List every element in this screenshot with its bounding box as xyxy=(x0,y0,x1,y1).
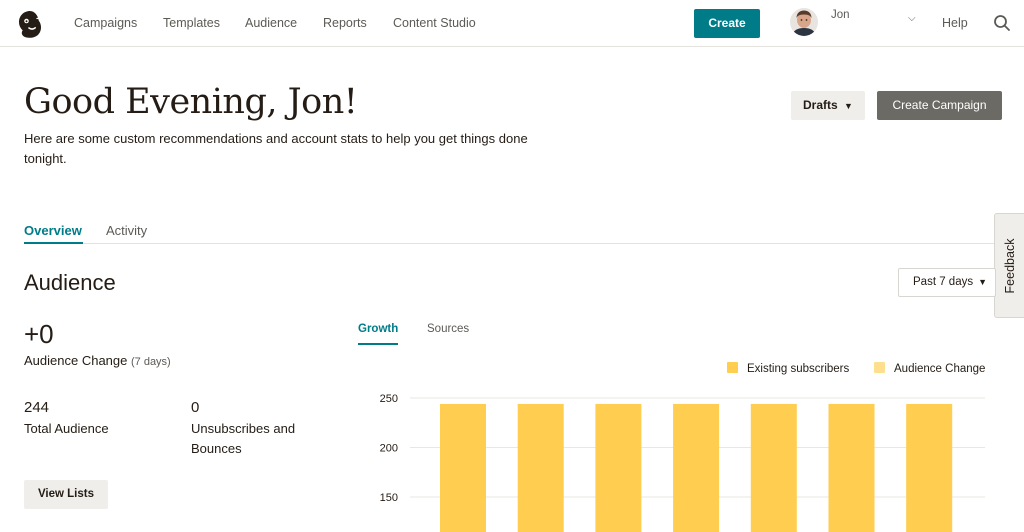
audience-change-value: +0 xyxy=(24,319,54,349)
nav-audience[interactable]: Audience xyxy=(245,16,297,30)
legend-audience-change: Audience Change xyxy=(874,362,985,378)
create-campaign-button[interactable]: Create Campaign xyxy=(877,91,1002,120)
bar-existing-subscribers[interactable] xyxy=(828,403,875,532)
y-tick-label: 250 xyxy=(380,393,398,405)
y-tick-label: 150 xyxy=(380,492,398,504)
nav-campaigns[interactable]: Campaigns xyxy=(74,16,137,30)
legend-swatch-existing xyxy=(727,362,738,373)
bar-existing-subscribers[interactable] xyxy=(595,403,642,532)
audience-heading: Audience xyxy=(24,270,116,295)
chevron-down-icon: ▼ xyxy=(978,277,987,287)
tab-activity[interactable]: Activity xyxy=(106,223,147,238)
legend-label-existing: Existing subscribers xyxy=(747,363,850,375)
user-name[interactable]: Jon xyxy=(831,9,850,21)
nav-content-studio[interactable]: Content Studio xyxy=(393,16,476,30)
audience-change-label: Audience Change (7 days) xyxy=(24,353,171,368)
view-lists-button[interactable]: View Lists xyxy=(24,480,108,509)
chart-tab-sources[interactable]: Sources xyxy=(427,323,469,335)
bar-existing-subscribers[interactable] xyxy=(673,403,720,532)
avatar-image xyxy=(790,8,818,36)
help-link[interactable]: Help xyxy=(942,16,968,30)
tab-active-indicator xyxy=(24,242,83,244)
bar-existing-subscribers[interactable] xyxy=(517,403,564,532)
user-menu-chevron-icon[interactable]: ⌵ xyxy=(908,13,916,24)
chart-tab-active-indicator xyxy=(358,343,398,345)
feedback-label: Feedback xyxy=(1002,238,1017,293)
create-button[interactable]: Create xyxy=(694,9,760,38)
bar-existing-subscribers[interactable] xyxy=(440,403,486,532)
legend-swatch-change xyxy=(874,362,885,373)
page-subtitle: Here are some custom recommendations and… xyxy=(24,131,528,166)
unsubscribes-value: 0 xyxy=(191,399,200,416)
unsubscribes-label: Unsubscribes and Bounces xyxy=(191,419,295,458)
audience-change-period: (7 days) xyxy=(130,356,171,368)
search-icon[interactable] xyxy=(993,14,1011,32)
bar-existing-subscribers[interactable] xyxy=(906,403,953,532)
tab-overview[interactable]: Overview xyxy=(24,223,82,238)
mailchimp-logo-icon[interactable] xyxy=(14,8,46,40)
drafts-label: Drafts xyxy=(803,98,838,112)
date-range-select[interactable]: Past 7 days ▼ xyxy=(898,268,996,297)
legend-label-change: Audience Change xyxy=(894,363,986,375)
user-avatar[interactable] xyxy=(790,8,818,36)
top-navigation: Campaigns Templates Audience Reports Con… xyxy=(0,0,1024,47)
unsubscribes-label-line2: Bounces xyxy=(191,440,242,456)
page-title: Good Evening, Jon! xyxy=(24,82,358,122)
chart-tab-growth[interactable]: Growth xyxy=(358,323,398,335)
growth-chart: 250 200 150 xyxy=(380,393,985,532)
total-audience-label: Total Audience xyxy=(24,421,109,436)
total-audience-value: 244 xyxy=(24,399,50,416)
bar-existing-subscribers[interactable] xyxy=(750,403,797,532)
chevron-down-icon: ▼ xyxy=(844,101,853,111)
y-tick-label: 200 xyxy=(380,443,398,455)
feedback-tab[interactable]: Feedback xyxy=(994,213,1024,318)
nav-templates[interactable]: Templates xyxy=(163,16,220,30)
legend-existing-subscribers: Existing subscribers xyxy=(727,362,849,378)
unsubscribes-label-line1: Unsubscribes and xyxy=(191,421,296,436)
date-range-value: Past 7 days xyxy=(913,276,974,288)
tabs-divider xyxy=(24,243,1000,244)
audience-change-text: Audience Change xyxy=(24,353,128,368)
nav-reports[interactable]: Reports xyxy=(323,16,367,30)
drafts-dropdown-button[interactable]: Drafts ▼ xyxy=(791,91,865,120)
